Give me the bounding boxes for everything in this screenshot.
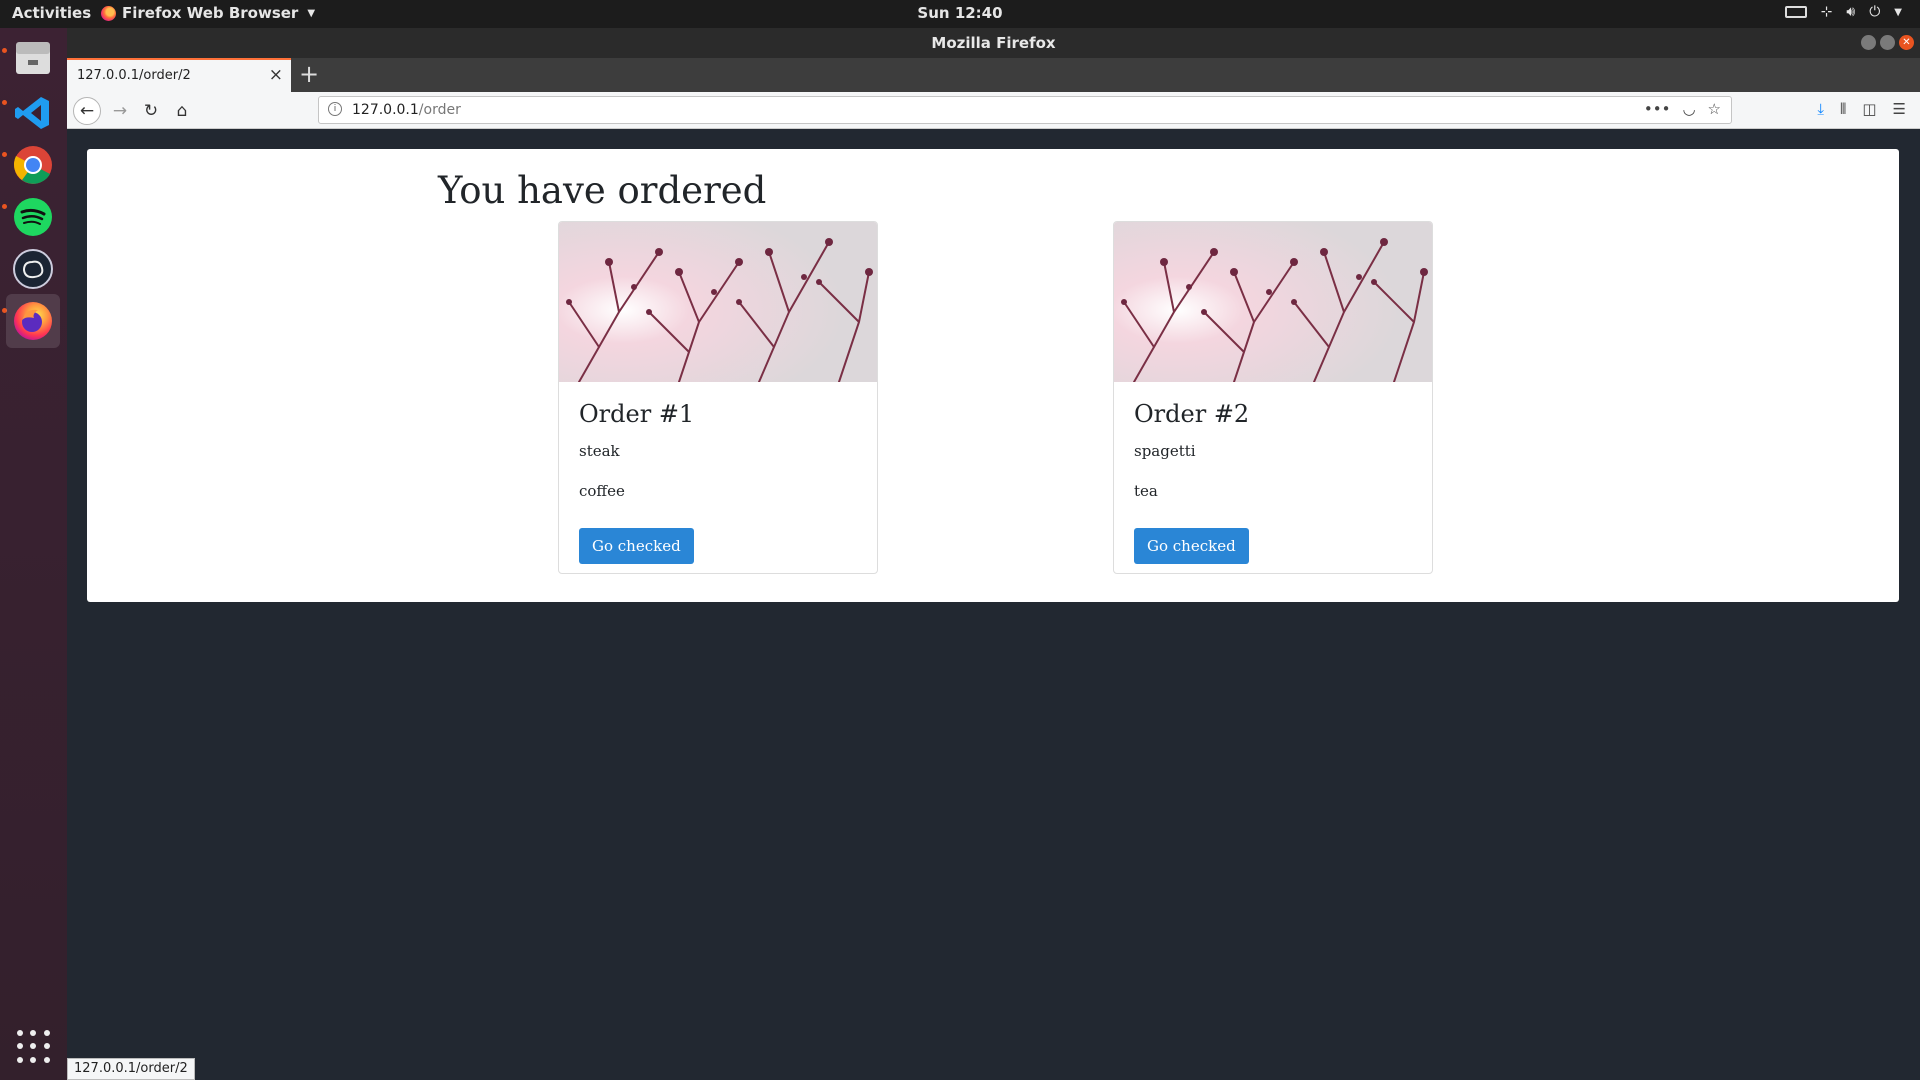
maximize-icon[interactable] [1880,35,1895,50]
clock[interactable]: Sun 12:40 [917,4,1002,22]
system-tray[interactable]: ⊹ 🔊︎ ⏻ ▼ [1784,4,1902,20]
navigation-toolbar: ← → ↻ ⌂ i 127.0.0.1/order ••• ◡ ☆ ⤓ ⫴ ◫ … [67,92,1920,129]
tab-label: 127.0.0.1/order/2 [77,68,191,83]
card-image [559,222,877,382]
order-item: steak [579,442,620,460]
order-item: coffee [579,482,625,500]
order-title: Order #2 [1134,400,1250,428]
card-image [1114,222,1432,382]
app-menu[interactable]: Firefox Web Browser ▼ [101,4,315,22]
firefox-icon[interactable] [6,294,60,348]
files-icon[interactable] [6,32,60,86]
order-title: Order #1 [579,400,695,428]
sidebar-icon[interactable]: ◫ [1862,100,1876,118]
content-panel: You have ordered Order #1 steak coffee G… [87,149,1899,602]
caret-down-icon: ▼ [307,7,316,19]
download-icon[interactable]: ⤓ [1817,100,1824,118]
app-menu-label: Firefox Web Browser [122,4,299,22]
status-bar: 127.0.0.1/order/2 [67,1058,195,1080]
close-icon[interactable]: ✕ [1899,35,1914,50]
order-item: tea [1134,482,1158,500]
tab-active[interactable]: 127.0.0.1/order/2 × [67,58,291,92]
vscode-icon[interactable] [6,86,60,140]
go-checked-button[interactable]: Go checked [579,528,694,564]
activities-button[interactable]: Activities [12,4,91,22]
info-icon[interactable]: i [328,102,342,116]
url-text[interactable]: 127.0.0.1/order [352,102,461,118]
library-icon[interactable]: ⫴ [1840,100,1846,118]
order-card: Order #1 steak coffee Go checked [558,221,878,574]
forward-icon[interactable]: → [106,97,134,125]
bookmark-star-icon[interactable]: ☆ [1708,100,1721,118]
keyboard-icon[interactable] [1784,6,1807,18]
home-icon[interactable]: ⌂ [168,97,196,125]
show-applications-icon[interactable] [17,1030,51,1064]
new-tab-icon[interactable]: + [299,60,319,88]
caret-down-icon[interactable]: ▼ [1894,7,1902,18]
power-icon[interactable]: ⏻ [1869,4,1880,20]
tab-strip: 127.0.0.1/order/2 × + [67,58,1920,92]
system-top-bar: Activities Firefox Web Browser ▼ Sun 12:… [0,0,1920,28]
window-title: Mozilla Firefox [931,34,1056,52]
menu-icon[interactable]: ☰ [1893,100,1906,118]
network-icon[interactable]: ⊹ [1821,4,1833,20]
page-viewport: You have ordered Order #1 steak coffee G… [67,129,1920,1080]
page-actions-icon[interactable]: ••• [1644,100,1671,118]
order-item: spagetti [1134,442,1196,460]
spotify-icon[interactable] [6,190,60,244]
url-path: /order [418,102,461,118]
window-title-bar: Mozilla Firefox ✕ [67,28,1920,58]
firefox-icon [101,5,116,21]
dock [0,28,67,1080]
order-card: Order #2 spagetti tea Go checked [1113,221,1433,574]
url-host: 127.0.0.1 [352,102,419,118]
close-icon[interactable]: × [269,65,283,85]
chrome-icon[interactable] [6,138,60,192]
go-checked-button[interactable]: Go checked [1134,528,1249,564]
pocket-icon[interactable]: ◡ [1682,100,1695,118]
volume-icon[interactable]: 🔊︎ [1846,4,1855,20]
kodi-icon[interactable] [6,242,60,296]
url-bar[interactable]: i 127.0.0.1/order ••• ◡ ☆ [318,96,1732,124]
reload-icon[interactable]: ↻ [137,97,165,125]
back-icon[interactable]: ← [73,97,101,125]
minimize-icon[interactable] [1861,35,1876,50]
page-title: You have ordered [438,169,767,212]
